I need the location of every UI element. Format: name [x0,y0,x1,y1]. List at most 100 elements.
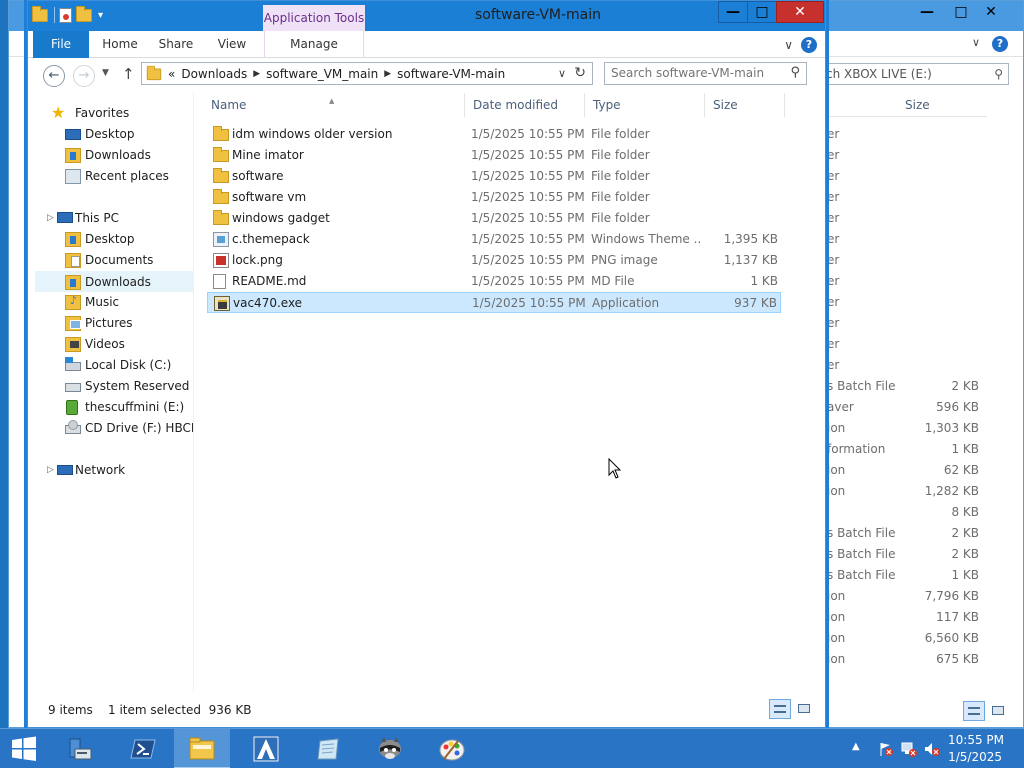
up-arrow-icon[interactable]: ↑ [122,65,135,83]
nav-favorites-recent-places[interactable]: Recent places [35,166,193,187]
bg-file-row[interactable]: ion 1,282 KB [827,481,987,502]
expand-chevron-icon[interactable]: ▷ [47,213,54,223]
bg-file-row[interactable]: ion 117 KB [827,607,987,628]
navigation-pane-divider[interactable] [193,93,194,691]
taskbar-paint[interactable] [424,729,480,768]
refresh-icon[interactable]: ↻ [574,65,586,81]
taskbar-powershell[interactable] [115,729,171,768]
bg-close-button[interactable]: ✕ [971,1,1011,25]
qat-customize-icon[interactable]: ▾ [98,10,103,21]
expand-ribbon-icon[interactable]: ∨ [784,38,793,52]
forward-arrow-icon[interactable]: → [73,65,95,87]
bg-column-header[interactable]: Size [827,95,987,117]
maximize-button[interactable]: □ [747,1,777,23]
bg-file-row[interactable]: er [827,145,987,166]
bg-file-row[interactable]: er [827,355,987,376]
nav-pc-system-reserved-d[interactable]: System Reserved (D: [35,376,193,397]
search-input[interactable] [611,66,781,80]
clock-time[interactable]: 10:55 PM [948,733,1004,747]
recent-locations-chevron-icon[interactable]: ▼ [102,68,109,78]
breadcrumb-current[interactable]: software-VM-main [397,67,505,81]
taskbar-raccoon-app[interactable] [362,729,418,768]
bg-ribbon-collapse-icon[interactable]: ∨ [972,36,980,49]
nav-this-pc[interactable]: ▷ This PC [35,208,193,229]
file-row[interactable]: Mine imator 1/5/2025 10:55 PM File folder [207,145,781,166]
bg-file-row[interactable]: er [827,124,987,145]
file-row[interactable]: idm windows older version 1/5/2025 10:55 … [207,124,781,145]
volume-muted-icon[interactable] [924,741,940,757]
bg-file-row[interactable]: er [827,208,987,229]
address-bar[interactable]: « Downloads ▶ software_VM_main ▶ softwar… [141,62,593,85]
bg-minimize-button[interactable]: — [909,1,945,25]
column-type[interactable]: Type [585,93,705,117]
file-row[interactable]: software vm 1/5/2025 10:55 PM File folder [207,187,781,208]
address-dropdown-chevron-icon[interactable]: ∨ [558,67,566,80]
nav-pc-videos[interactable]: Videos [35,334,193,355]
search-box[interactable]: ⚲ [604,62,807,85]
bg-file-row[interactable]: er [827,313,987,334]
back-arrow-icon[interactable]: ← [43,65,65,87]
explorer-window[interactable]: ▾ Application Tools software-VM-main — □… [27,0,826,728]
taskbar-notepad[interactable] [300,729,356,768]
bg-file-row[interactable]: er [827,166,987,187]
bg-file-row[interactable]: aver 596 KB [827,397,987,418]
bg-search-icon[interactable]: ⚲ [994,67,1003,81]
breadcrumb-separator-icon[interactable]: ▶ [253,67,260,81]
file-row[interactable]: vac470.exe 1/5/2025 10:55 PM Application 93… [207,292,781,313]
expand-chevron-icon[interactable]: ▷ [47,465,54,475]
bg-size-column-header[interactable]: Size [905,98,930,112]
details-view-button[interactable] [769,699,791,719]
network-status-icon[interactable] [901,741,917,757]
bg-file-row[interactable]: ion 6,560 KB [827,628,987,649]
bg-help-icon[interactable]: ? [992,36,1008,52]
nav-network[interactable]: ▷ Network [35,460,193,481]
nav-pc-downloads[interactable]: Downloads [35,271,193,292]
file-row[interactable]: c.themepack 1/5/2025 10:55 PM Windows Them… [207,229,781,250]
nav-pc-desktop[interactable]: Desktop [35,229,193,250]
explorer-folder-icon[interactable] [32,6,50,23]
file-row[interactable]: software 1/5/2025 10:55 PM File folder [207,166,781,187]
tab-file[interactable]: File [33,31,89,58]
bg-file-row[interactable]: er [827,229,987,250]
nav-pc-documents[interactable]: Documents [35,250,193,271]
bg-file-row[interactable]: er [827,334,987,355]
bg-file-row[interactable]: ion 62 KB [827,460,987,481]
column-size[interactable]: Size [705,93,785,117]
new-folder-icon[interactable] [76,6,94,23]
nav-favorites[interactable]: ★ Favorites [35,103,193,124]
bg-search-input[interactable]: ch XBOX LIVE (E:) ⚲ [819,63,1009,85]
bg-file-row[interactable]: s Batch File 2 KB [827,544,987,565]
bg-file-row[interactable]: ion 675 KB [827,649,987,670]
bg-file-row[interactable]: s Batch File 2 KB [827,523,987,544]
nav-pc-pictures[interactable]: Pictures [35,313,193,334]
title-bar[interactable]: ▾ Application Tools software-VM-main — □… [28,1,825,31]
file-row[interactable]: lock.png 1/5/2025 10:55 PM PNG image 1,137 … [207,250,781,271]
nav-pc-cd-drive-f[interactable]: CD Drive (F:) HBCD_ [35,418,193,439]
large-icons-view-button[interactable] [793,699,815,719]
bg-file-row[interactable]: ion 1,303 KB [827,418,987,439]
nav-pc-music[interactable]: Music [35,292,193,313]
taskbar-aoe[interactable] [238,729,294,768]
close-button[interactable]: ✕ [776,1,824,23]
breadcrumb-downloads[interactable]: Downloads [181,67,247,81]
show-hidden-icons-chevron-icon[interactable]: ▲ [852,741,860,752]
start-button[interactable] [10,735,38,763]
taskbar-server-manager[interactable] [52,729,108,768]
bg-details-view-button[interactable] [963,701,985,721]
bg-file-row[interactable]: s Batch File 2 KB [827,376,987,397]
column-name[interactable]: Name ▲ [203,93,465,117]
search-icon[interactable]: ⚲ [790,65,800,80]
help-icon[interactable]: ? [801,37,817,53]
action-center-flag-icon[interactable] [878,741,894,757]
bg-large-icons-view-button[interactable] [987,701,1009,721]
properties-icon[interactable] [59,7,72,23]
bg-file-row[interactable]: formation 1 KB [827,439,987,460]
bg-file-row[interactable]: er [827,271,987,292]
file-row[interactable]: README.md 1/5/2025 10:55 PM MD File 1 KB [207,271,781,292]
minimize-button[interactable]: — [718,1,748,23]
bg-file-row[interactable]: ion 7,796 KB [827,586,987,607]
taskbar-file-explorer[interactable] [174,729,230,768]
tab-view[interactable]: View [206,31,258,58]
tab-home[interactable]: Home [92,31,148,58]
tab-share[interactable]: Share [150,31,202,58]
